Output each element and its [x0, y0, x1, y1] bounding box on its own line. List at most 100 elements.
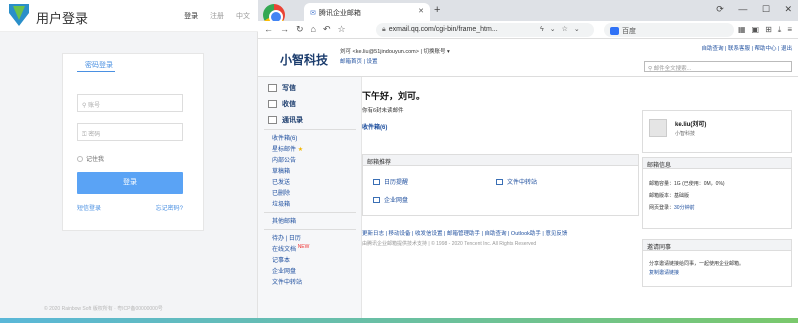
baidu-icon: [610, 27, 619, 36]
login-footer: © 2020 Rainbow Soft 版权所有 · 粤ICP备00000000…: [44, 306, 163, 312]
copy-invite-link[interactable]: 复制邀请链接: [643, 269, 791, 281]
calendar-label: 日历提醒: [384, 180, 409, 186]
login-value[interactable]: 30分钟前: [674, 205, 695, 211]
tool-file-transfer[interactable]: 文件中转站: [272, 277, 302, 286]
top-link-register[interactable]: 注册: [210, 13, 224, 20]
avatar[interactable]: [649, 119, 667, 137]
tool-netdisk[interactable]: 企业网盘: [272, 266, 296, 275]
user-account-line[interactable]: 刘可 <ke.liu@51jindouyun.com> | 切换账号 ▾: [340, 47, 450, 55]
folder-announcements[interactable]: 内部公告: [272, 155, 296, 164]
nav-buttons: ← → ↻ ⌂ ↶ ☆: [264, 24, 353, 35]
compose-button[interactable]: 写信: [268, 83, 296, 93]
grid-icon[interactable]: ▦: [738, 25, 746, 34]
browser-tab[interactable]: ✉ 腾讯企业邮箱 ✕: [304, 3, 430, 21]
sms-login-link[interactable]: 短信登录: [77, 206, 101, 212]
contacts-icon: [268, 116, 277, 125]
copyright: 由腾讯企业邮箱提供技术支持 | © 1998 - 2020 Tencent In…: [362, 241, 537, 247]
password-input[interactable]: ⚿ 密码: [77, 123, 183, 141]
apps-icon[interactable]: ⊞: [765, 25, 772, 34]
folder-spam[interactable]: 垃圾箱: [272, 199, 290, 208]
new-badge: NEW: [297, 244, 310, 250]
star-icon[interactable]: ☆: [562, 26, 568, 33]
capacity-value: 1G (已使用：0M，0%): [674, 181, 725, 187]
reload-icon[interactable]: ↻: [296, 24, 304, 34]
folder-starred-label: 星标邮件: [272, 147, 297, 153]
login-header: 用户登录 登录 注册 中文: [0, 0, 258, 32]
version-row: 邮箱版本：基础版: [643, 189, 791, 201]
folder-inbox[interactable]: 收件箱(6): [272, 133, 297, 142]
user-links[interactable]: 邮箱首页 | 设置: [340, 57, 378, 65]
username-placeholder: 账号: [88, 103, 101, 109]
mail-header: 小智科技 刘可 <ke.liu@51jindouyun.com> | 切换账号 …: [258, 39, 798, 77]
bookmark-icon[interactable]: ☆: [338, 24, 346, 34]
menu-icon[interactable]: ≡: [787, 25, 792, 34]
address-bar-row: ← → ↻ ⌂ ↶ ☆ 🔒︎ exmail.qq.com/cgi-bin/frame_htm…: [258, 21, 798, 39]
close-window-icon[interactable]: ✕: [784, 4, 792, 14]
tool-todo-calendar[interactable]: 待办 | 日历: [272, 233, 301, 242]
folder-sent[interactable]: 已发送: [272, 177, 290, 186]
top-link-login[interactable]: 登录: [184, 13, 198, 20]
download-icon[interactable]: ⤓: [778, 25, 782, 34]
recommend-panel: 邮箱推荐 日历提醒 文件中转站 企业网盘: [362, 154, 639, 216]
forgot-password-link[interactable]: 忘记密码?: [156, 203, 183, 212]
mail-search-input[interactable]: ⚲ 邮件全文搜索...: [644, 61, 792, 72]
undo-icon[interactable]: ↶: [323, 24, 331, 34]
mail-favicon-icon: ✉: [310, 10, 316, 17]
divider: [264, 229, 356, 230]
close-tab-icon[interactable]: ✕: [418, 7, 424, 15]
minimize-icon[interactable]: —: [738, 4, 747, 14]
receive-label: 收信: [282, 101, 296, 108]
tool-online-docs[interactable]: 在线文档 NEW: [272, 244, 309, 253]
refresh-profile-icon[interactable]: ⟳: [716, 4, 724, 14]
recommend-file-transfer[interactable]: 文件中转站: [496, 177, 537, 186]
mail-top-links[interactable]: 自助查询 | 联系客服 | 帮助中心 | 退出: [702, 44, 792, 52]
mailbox-info-title: 邮箱信息: [643, 158, 791, 169]
inbox-icon: [268, 100, 277, 109]
maximize-icon[interactable]: ☐: [762, 4, 770, 14]
card-links: 短信登录 忘记密码?: [77, 203, 183, 212]
home-icon[interactable]: ⌂: [311, 24, 316, 34]
recommend-calendar[interactable]: 日历提醒: [373, 177, 408, 186]
login-button[interactable]: 登录: [77, 172, 183, 194]
pencil-icon: [268, 84, 277, 93]
url-text: exmail.qq.com/cgi-bin/frame_htm...: [388, 26, 498, 33]
username-input[interactable]: ⚲ 账号: [77, 94, 183, 112]
back-icon[interactable]: ←: [264, 24, 273, 34]
remember-checkbox[interactable]: 记住我: [77, 154, 104, 163]
star-icon: ★: [297, 147, 304, 153]
mail-footer-links[interactable]: 更新日志 | 移动设备 | 收发信设置 | 邮箱管理助手 | 自助查询 | Ou…: [362, 229, 567, 237]
chevron-down-icon[interactable]: ⌄: [550, 26, 556, 33]
top-link-language[interactable]: 中文: [236, 13, 250, 20]
netdisk-icon: [373, 197, 380, 204]
recommend-netdisk[interactable]: 企业网盘: [373, 195, 408, 204]
contacts-button[interactable]: 通讯录: [268, 115, 303, 125]
forward-icon[interactable]: →: [280, 24, 289, 34]
inbox-link[interactable]: 收件箱(6): [362, 122, 387, 131]
divider: [264, 129, 356, 130]
search-engine-field[interactable]: 百度: [604, 23, 734, 37]
folder-starred[interactable]: 星标邮件 ★: [272, 144, 303, 153]
receive-button[interactable]: 收信: [268, 99, 296, 109]
login-label: 网页登录：: [649, 205, 675, 211]
netdisk-label: 企业网盘: [384, 198, 409, 204]
version-value: 基础版: [674, 193, 690, 199]
other-mailboxes[interactable]: 其他邮箱: [272, 216, 296, 225]
profile-name: ke.liu(刘可): [675, 122, 707, 128]
login-title: 用户登录: [36, 11, 89, 26]
password-login-tab[interactable]: 密码登录: [85, 60, 113, 70]
dropdown-icon[interactable]: ⌄: [574, 26, 580, 33]
tool-notepad[interactable]: 记事本: [272, 255, 290, 264]
new-tab-icon[interactable]: +: [434, 4, 440, 16]
mail-sidebar: 写信 收信 通讯录 收件箱(6) 星标邮件 ★ 内部公告 草稿箱 已发送 已删除…: [258, 77, 362, 323]
greeting: 下午好，刘可。: [362, 91, 426, 101]
folder-deleted[interactable]: 已删除: [272, 188, 290, 197]
folder-drafts[interactable]: 草稿箱: [272, 166, 290, 175]
company-brand: 小智科技: [280, 53, 329, 67]
url-actions: ϟ ⌄ ☆ ⌄: [534, 25, 580, 33]
mailbox-info-panel: 邮箱信息 邮箱容量：1G (已使用：0M，0%) 邮箱版本：基础版 网页登录：3…: [642, 157, 792, 229]
profile-org: 小智科技: [675, 131, 696, 137]
translate-icon[interactable]: ▣: [752, 25, 760, 34]
search-engine-label: 百度: [622, 28, 636, 35]
lightning-icon[interactable]: ϟ: [540, 26, 544, 33]
unread-note: 你有6封未读邮件: [362, 108, 404, 114]
